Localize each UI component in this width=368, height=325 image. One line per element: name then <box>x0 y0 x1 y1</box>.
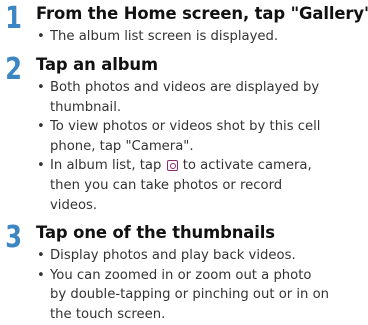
step-title: Tap one of the thumbnails <box>36 223 275 242</box>
bullet-text: Both photos and videos are displayed by <box>50 80 320 95</box>
list-item: • In album list, tap to activate camera,… <box>36 156 368 215</box>
bullet-text: You can zoomed in or zoom out a photo <box>50 267 312 283</box>
step-title: Tap an album <box>36 55 158 74</box>
bullet-icon: • <box>37 80 45 95</box>
bullet-text: phone, tap "Camera". <box>50 138 194 154</box>
step-number: 1 <box>5 1 22 36</box>
bullet-icon: • <box>37 119 45 135</box>
camera-icon <box>166 160 178 172</box>
list-item: • The album list screen is displayed. <box>36 27 368 47</box>
list-item: • Display photos and play back videos. <box>36 246 368 266</box>
bullet-text: thumbnail. <box>50 99 122 115</box>
step-title: From the Home screen, tap "Gallery" <box>36 4 368 23</box>
bullet-icon: • <box>37 158 45 174</box>
bullet-icon: • <box>37 29 45 44</box>
bullet-text: by double-tapping or pinching out or in … <box>50 287 330 303</box>
bullet-icon: • <box>37 248 45 263</box>
list-item: • Both photos and videos are displayed b… <box>36 78 368 117</box>
step-number: 2 <box>5 52 22 87</box>
bullet-text: to activate camera, <box>182 158 312 174</box>
bullet-text: Display photos and play back videos. <box>50 248 296 263</box>
bullet-text: To view photos or videos shot by this ce… <box>50 119 321 135</box>
list-item: • To view photos or videos shot by this … <box>36 117 368 156</box>
bullet-list: • Display photos and play back videos. •… <box>36 246 368 324</box>
step-number: 3 <box>5 220 22 255</box>
bullet-text: the touch screen. <box>50 306 166 322</box>
bullet-text: videos. <box>50 197 98 213</box>
bullet-text: then you can take photos or record <box>50 177 283 193</box>
list-item: • You can zoomed in or zoom out a photo … <box>36 266 368 325</box>
bullet-icon: • <box>37 267 45 283</box>
bullet-list: • Both photos and videos are displayed b… <box>36 78 368 215</box>
bullet-text: The album list screen is displayed. <box>50 29 279 44</box>
bullet-list: • The album list screen is displayed. <box>36 27 368 47</box>
bullet-text: In album list, tap <box>50 158 162 174</box>
